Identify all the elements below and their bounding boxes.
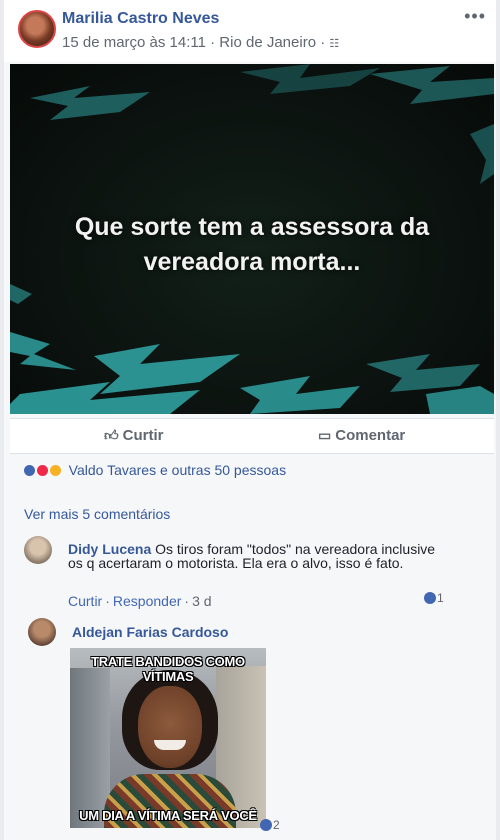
post-author[interactable]: Marilia Castro Neves — [62, 10, 219, 28]
post-image[interactable]: Que sorte tem a assessora da vereadora m… — [10, 64, 494, 414]
more-options-icon[interactable]: ••• — [464, 6, 486, 27]
separator: · — [184, 593, 190, 609]
comment-icon: ▭ — [318, 427, 332, 443]
like-reaction-icon — [424, 592, 436, 604]
like-button[interactable]: 👍︎ Curtir — [104, 427, 163, 444]
comment-avatar[interactable] — [24, 536, 52, 564]
post-card: Marilia Castro Neves 15 de março às 14:1… — [4, 0, 496, 840]
comment-reply-link[interactable]: Responder — [113, 593, 182, 609]
comment-avatar[interactable] — [28, 618, 56, 646]
post-timestamp[interactable]: 15 de março às 14:11 · Rio de Janeiro · — [62, 34, 325, 51]
reactions-summary[interactable]: Valdo Tavares e outras 50 pessoas — [24, 462, 286, 478]
comment-meme-image[interactable]: TRATE BANDIDOS COMO VÍTIMAS UM DIA A VÍT… — [70, 648, 266, 828]
like-button-label: Curtir — [122, 427, 164, 444]
meme-bottom-text: UM DIA A VÍTIMA SERÁ VOCÊ — [79, 808, 257, 823]
bolt-shape — [10, 284, 32, 304]
thumbs-up-icon: 👍︎ — [104, 427, 119, 443]
bolt-shape — [10, 332, 76, 370]
comment-button-label: Comentar — [335, 427, 406, 444]
bolt-shape — [470, 124, 494, 184]
post-header: Marilia Castro Neves 15 de março às 14:1… — [4, 0, 496, 62]
bolt-shape — [30, 86, 150, 120]
meme-background — [70, 668, 110, 828]
post-actions-bar: 👍︎ Curtir ▭ Comentar — [10, 418, 494, 454]
comment-like-count[interactable]: 2 — [260, 818, 280, 832]
love-reaction-icon — [36, 465, 48, 476]
haha-reaction-icon — [49, 465, 61, 476]
post-meta: 15 de março às 14:11 · Rio de Janeiro · … — [62, 34, 339, 51]
separator: · — [105, 593, 110, 609]
comment-like-count[interactable]: 1 — [424, 591, 444, 605]
like-reaction-icon — [24, 465, 35, 476]
author-avatar[interactable] — [18, 10, 56, 48]
caption-line-1: Que sorte tem a assessora da — [74, 213, 430, 241]
bolt-shape — [94, 344, 240, 394]
meme-person-face — [138, 686, 202, 768]
bolt-shape — [240, 64, 380, 94]
meme-top-text: TRATE BANDIDOS COMO VÍTIMAS — [91, 654, 245, 684]
friends-icon[interactable]: ☷ — [329, 37, 339, 50]
reactions-text: Valdo Tavares e outras 50 pessoas — [68, 462, 287, 478]
comment-like-count-value: 1 — [437, 591, 444, 605]
comment-like-count-value: 2 — [273, 818, 280, 832]
post-image-caption: Que sorte tem a assessora da vereadora m… — [10, 210, 494, 280]
like-reaction-icon — [260, 819, 272, 831]
view-more-comments-link[interactable]: Ver mais 5 comentários — [24, 506, 170, 522]
meme-person-smile — [154, 740, 186, 750]
comment-like-link[interactable]: Curtir — [68, 593, 102, 609]
caption-line-2: vereadora morta... — [143, 248, 361, 276]
comment-age[interactable]: 3 d — [192, 593, 211, 609]
bolt-shape — [370, 66, 494, 104]
bolt-shape — [426, 386, 494, 414]
comment-button[interactable]: ▭ Comentar — [318, 427, 405, 444]
comment-text: Didy Lucena Os tiros foram "todos" na ve… — [68, 542, 438, 570]
comment-author[interactable]: Aldejan Farias Cardoso — [72, 624, 228, 640]
bolt-shape — [240, 376, 360, 414]
bolt-shape — [10, 382, 200, 414]
comment-actions: Curtir · Responder · 3 d — [68, 593, 212, 609]
bolt-shape — [366, 354, 480, 392]
